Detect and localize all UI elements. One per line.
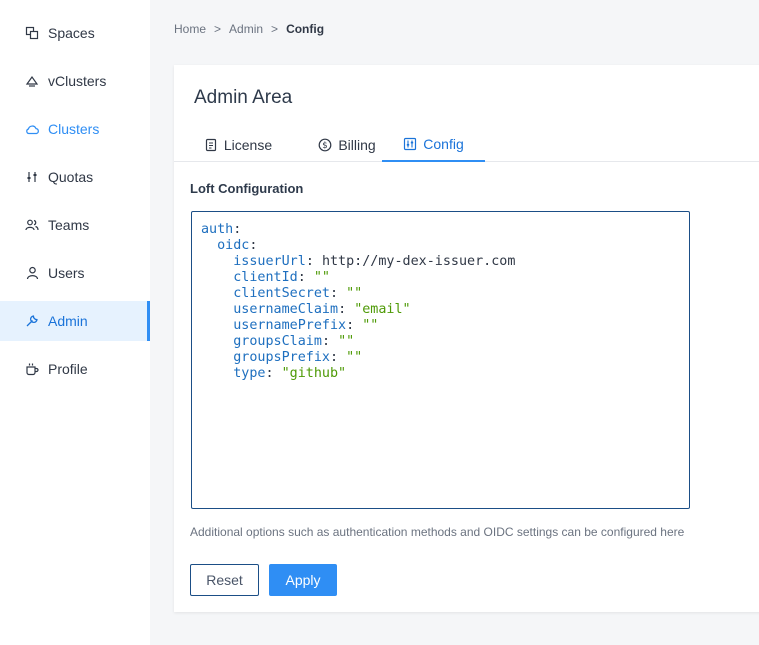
sidebar-item-spaces[interactable]: Spaces (0, 13, 150, 53)
yaml-separator: : (249, 238, 258, 253)
tab-label: Config (423, 135, 464, 152)
dollar-icon: $ (318, 138, 332, 152)
sidebar-item-vclusters[interactable]: vClusters (0, 61, 150, 101)
config-editor[interactable]: auth: oidc: issuerUrl: http://my-dex-iss… (191, 211, 690, 509)
yaml-separator: : (330, 350, 339, 365)
yaml-separator: : (297, 270, 306, 285)
sidebar-item-label: Clusters (48, 121, 100, 137)
admin-card: Admin Area License $ Billing Config Loft… (174, 65, 759, 612)
breadcrumb-home[interactable]: Home (174, 22, 206, 36)
tab-label: Billing (338, 136, 376, 153)
yaml-separator: : (338, 302, 347, 317)
breadcrumb: Home > Admin > Config (174, 22, 324, 36)
yaml-value: "" (313, 270, 330, 285)
cloud-icon (24, 121, 40, 137)
user-icon (24, 265, 40, 281)
vcluster-icon (24, 73, 40, 89)
yaml-key: groupsPrefix (233, 350, 330, 365)
yaml-key: clientSecret (233, 286, 330, 301)
yaml-separator: : (321, 334, 330, 349)
sidebar-item-quotas[interactable]: Quotas (0, 157, 150, 197)
team-icon (24, 217, 40, 233)
yaml-separator: : (346, 318, 355, 333)
breadcrumb-admin[interactable]: Admin (229, 22, 263, 36)
yaml-key: groupsClaim (233, 334, 322, 349)
sidebar-item-label: vClusters (48, 73, 107, 89)
yaml-value: "" (346, 286, 363, 301)
help-text: Additional options such as authenticatio… (190, 525, 685, 539)
sidebar-item-clusters[interactable]: Clusters (0, 109, 150, 149)
yaml-key: auth (201, 222, 234, 237)
tab-bar: License $ Billing Config (174, 127, 759, 162)
apply-button[interactable]: Apply (269, 564, 337, 596)
sidebar-item-label: Profile (48, 361, 88, 377)
yaml-separator: : (330, 286, 339, 301)
yaml-separator: : (233, 222, 242, 237)
sidebar-item-teams[interactable]: Teams (0, 205, 150, 245)
document-icon (204, 138, 218, 152)
wrench-icon (24, 313, 40, 329)
breadcrumb-separator: > (271, 22, 279, 36)
reset-button[interactable]: Reset (190, 564, 259, 596)
config-icon (403, 137, 417, 151)
sidebar-item-admin[interactable]: Admin (0, 301, 150, 341)
breadcrumb-separator: > (214, 22, 222, 36)
yaml-value: "" (346, 350, 363, 365)
tab-label: License (223, 136, 273, 153)
sidebar-item-label: Quotas (48, 169, 94, 185)
tab-license[interactable]: License (192, 127, 284, 162)
yaml-value: http://my-dex-issuer.com (321, 254, 516, 269)
yaml-separator: : (305, 254, 314, 269)
tab-billing[interactable]: $ Billing (300, 127, 394, 162)
yaml-value: "" (338, 334, 355, 349)
sliders-icon (24, 169, 40, 185)
yaml-key: usernameClaim (233, 302, 339, 317)
sidebar-item-label: Users (48, 265, 85, 281)
yaml-key: issuerUrl (233, 254, 306, 269)
yaml-key: clientId (233, 270, 298, 285)
cup-icon (24, 361, 40, 377)
tab-config[interactable]: Config (382, 127, 485, 162)
page-title: Admin Area (194, 87, 293, 108)
sidebar-item-profile[interactable]: Profile (0, 349, 150, 389)
spaces-icon (24, 25, 40, 41)
sidebar-item-users[interactable]: Users (0, 253, 150, 293)
sidebar-item-label: Admin (48, 313, 88, 329)
yaml-key: usernamePrefix (233, 318, 347, 333)
yaml-value: "" (362, 318, 379, 333)
sidebar: Spaces vClusters Clusters Quotas Teams U… (0, 0, 150, 645)
section-title: Loft Configuration (190, 181, 304, 196)
yaml-key: type (233, 366, 266, 381)
yaml-separator: : (265, 366, 274, 381)
yaml-value: "email" (354, 302, 411, 317)
svg-text:$: $ (323, 141, 328, 151)
sidebar-item-label: Teams (48, 217, 90, 233)
sidebar-item-label: Spaces (48, 25, 95, 41)
yaml-value: "github" (281, 366, 347, 381)
breadcrumb-current: Config (286, 22, 325, 36)
yaml-key: oidc (217, 238, 250, 253)
